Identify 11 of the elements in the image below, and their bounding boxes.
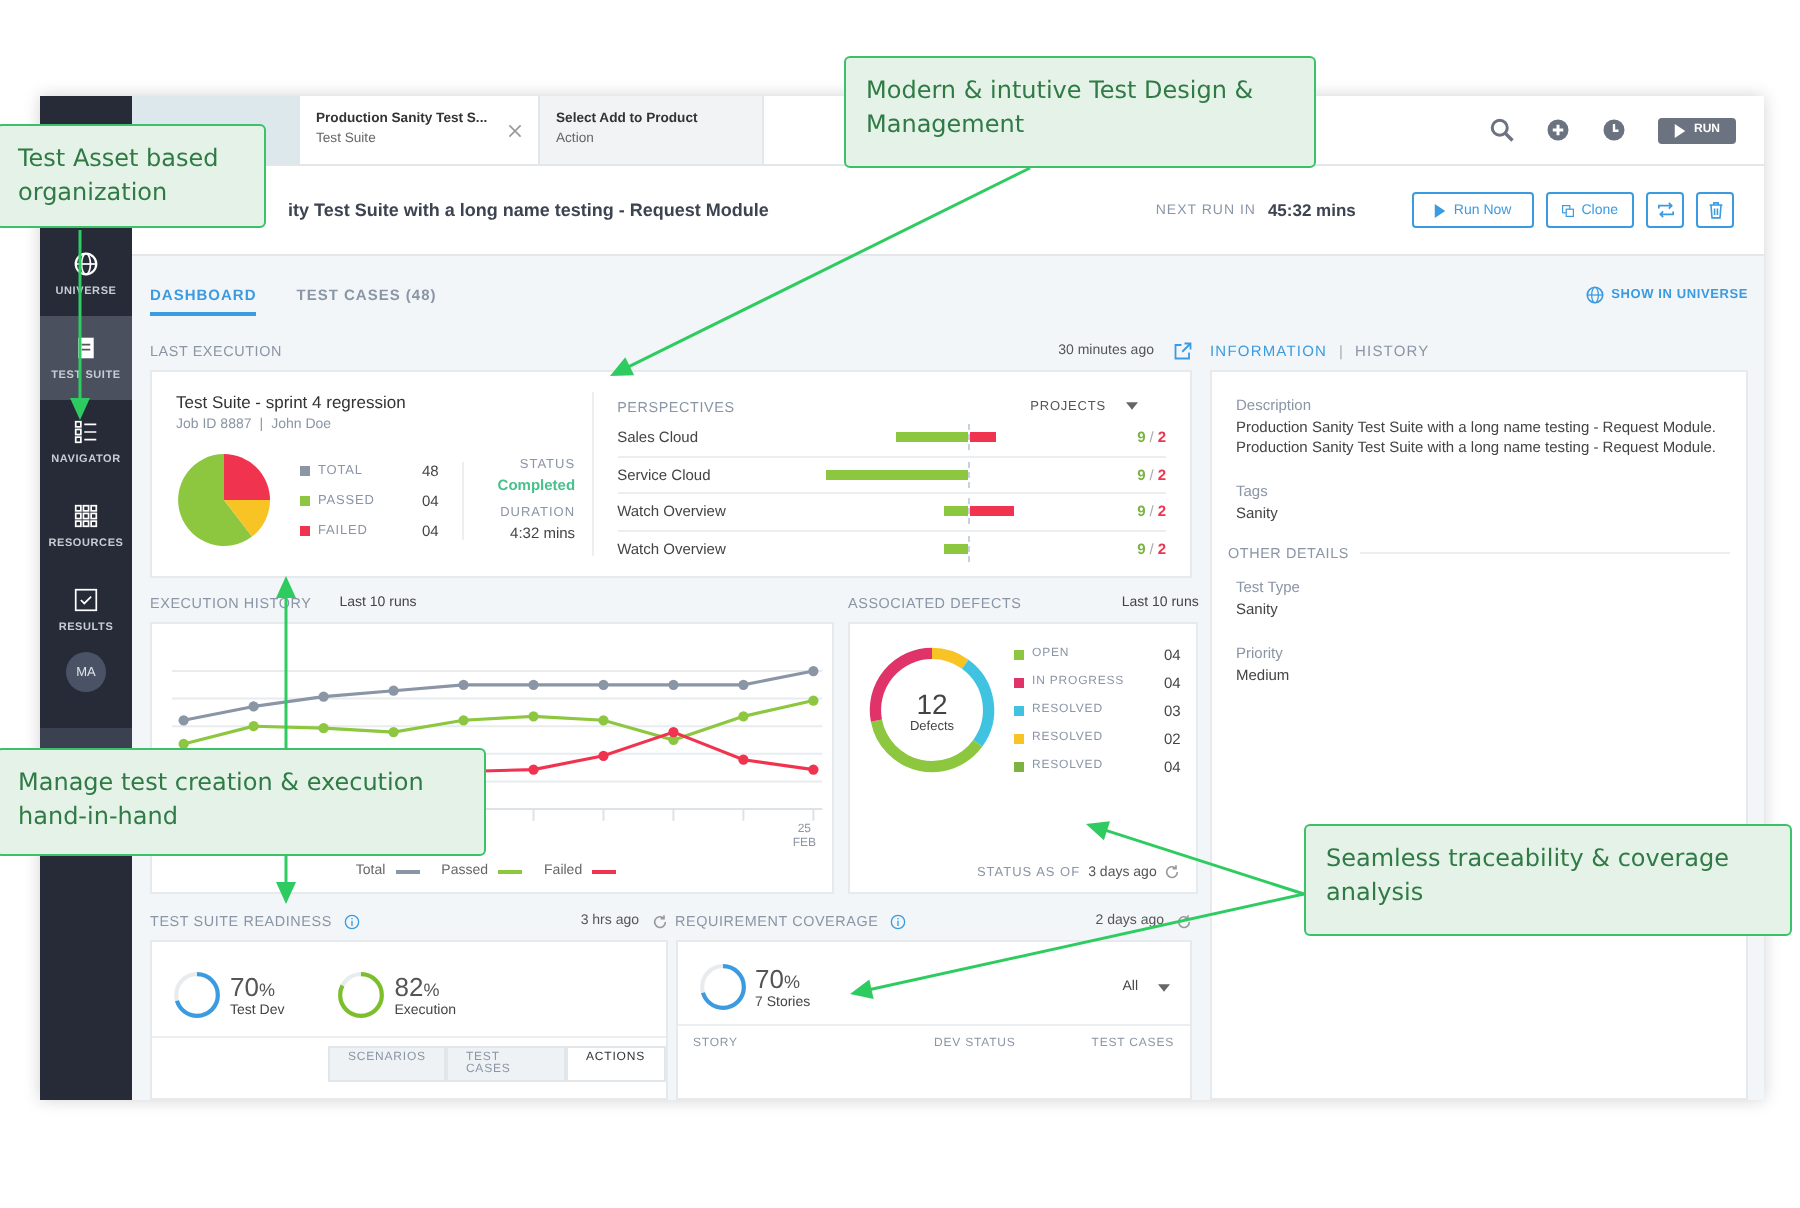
- callout-tooltip: Seamless traceability & coverage analysis: [1304, 824, 1792, 936]
- next-run-time: 45:32 mins: [1267, 200, 1356, 220]
- defect-total: 12: [916, 687, 948, 719]
- callout-tooltip: Test Asset based organization: [0, 124, 266, 228]
- percentage: 82%: [394, 973, 442, 1003]
- suite-title: ity Test Suite with a long name testing - Request Module: [288, 200, 769, 220]
- percentage: 70%: [230, 973, 277, 1003]
- suite-name: Test Suite - sprint 4 regression: [176, 392, 408, 412]
- percentage: 70%: [755, 965, 802, 995]
- callout-tooltip: Manage test creation & execution hand-in-hand: [0, 748, 486, 856]
- callout-tooltip: Modern & intutive Test Design & Management: [844, 56, 1316, 168]
